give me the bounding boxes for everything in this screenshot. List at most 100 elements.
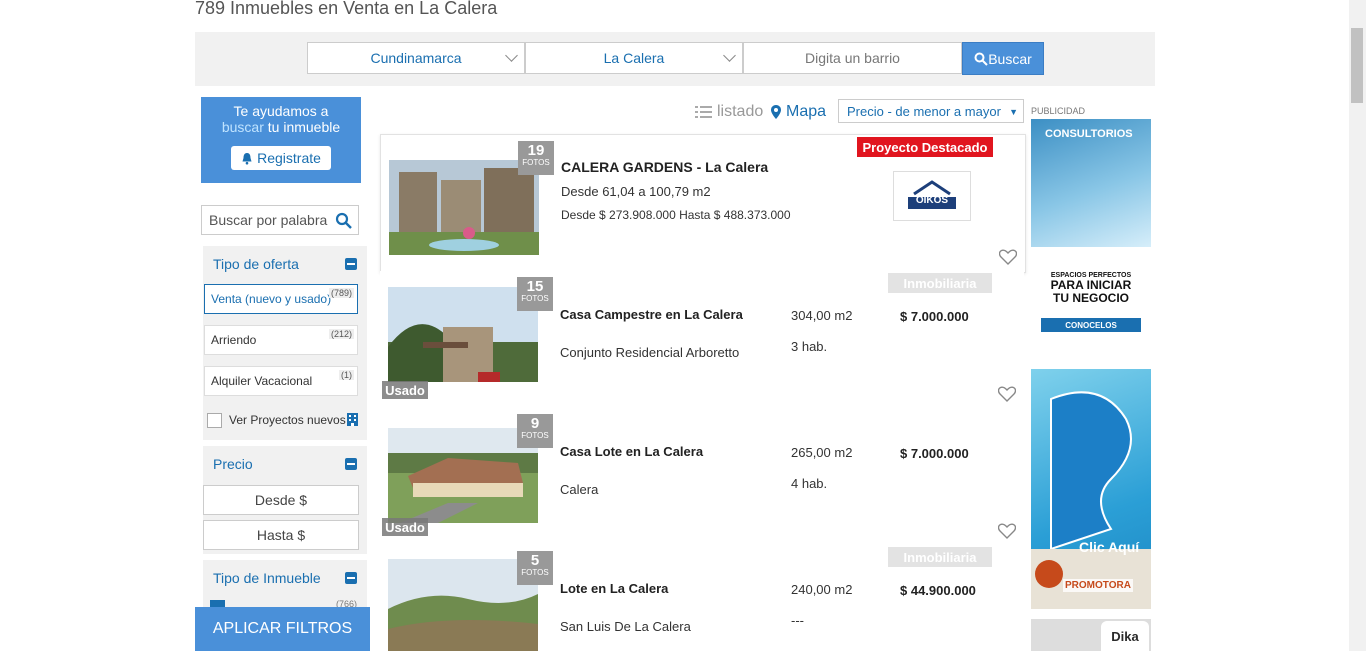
listing-area: Desde 61,04 a 100,79 m2: [561, 184, 711, 199]
photo-count-badge: 9 FOTOS: [517, 414, 553, 448]
listing-area: 304,00 m2: [791, 308, 853, 323]
ad-banner[interactable]: Clic Aquí PROMOTORA: [1031, 369, 1151, 609]
price-title: Precio: [213, 456, 253, 472]
favorite-heart-icon[interactable]: [998, 386, 1016, 402]
list-view-toggle[interactable]: listado: [695, 103, 763, 121]
page-title: 789 Inmuebles en Venta en La Calera: [195, 0, 498, 18]
ad-banner[interactable]: ESPACIOS PERFECTOS PARA INICIAR TU NEGOC…: [1031, 248, 1151, 348]
listing-rooms: ---: [791, 613, 804, 628]
list-view-label: listado: [717, 103, 764, 120]
listing-photo[interactable]: [388, 559, 538, 651]
property-type-title: Tipo de Inmueble: [213, 570, 321, 586]
photo-count-badge: 15 FOTOS: [517, 277, 553, 311]
collapse-icon[interactable]: [345, 258, 357, 270]
price-from-input[interactable]: Desde $: [203, 485, 359, 515]
sort-value: Precio - de menor a mayor: [847, 103, 1001, 119]
condition-badge: Usado: [382, 518, 428, 536]
ad-line: TU NEGOCIO: [1052, 290, 1129, 305]
listing-title[interactable]: Casa Lote en La Calera: [560, 444, 703, 459]
barrio-placeholder: Digita un barrio: [805, 50, 900, 66]
city-value: La Calera: [603, 50, 665, 66]
photo-count-badge: 5 FOTOS: [517, 551, 553, 585]
listing-card[interactable]: Inmobiliaria 15 FOTOS Usado Casa Campest…: [380, 271, 1024, 409]
price-to-placeholder: Hasta $: [256, 527, 306, 543]
developer-logo[interactable]: OIKOS: [893, 171, 971, 221]
offer-type-header[interactable]: Tipo de oferta: [203, 246, 367, 282]
photo-label: FOTOS: [522, 158, 550, 167]
favorite-heart-icon[interactable]: [998, 523, 1016, 539]
listing-price: Desde $ 273.908.000 Hasta $ 488.373.000: [561, 208, 791, 222]
map-view-toggle[interactable]: Mapa: [771, 103, 826, 121]
listing-card[interactable]: 9 FOTOS Usado Casa Lote en La Calera Cal…: [380, 408, 1024, 546]
help-accent: buscar: [221, 119, 264, 135]
listing-rooms: 4 hab.: [791, 476, 828, 491]
ad-cta-button[interactable]: CONOCELOS: [1041, 318, 1141, 332]
listing-title[interactable]: CALERA GARDENS - La Calera: [561, 159, 768, 175]
offer-option-count: (212): [328, 329, 354, 339]
offer-option-label: Alquiler Vacacional: [211, 374, 313, 388]
offer-option-count: (1): [339, 370, 354, 380]
search-icon: [974, 52, 988, 66]
department-select[interactable]: Cundinamarca: [307, 42, 525, 74]
listing-title[interactable]: Lote en La Calera: [560, 581, 668, 596]
scrollbar[interactable]: [1349, 0, 1366, 651]
favorite-heart-icon[interactable]: [999, 249, 1017, 265]
offer-option-arriendo[interactable]: Arriendo (212): [204, 325, 358, 355]
listing-rooms: 3 hab.: [791, 339, 828, 354]
new-projects-checkbox[interactable]: [207, 413, 222, 428]
listing-photo[interactable]: [388, 428, 538, 523]
help-rest: tu inmueble: [263, 119, 341, 135]
sort-select[interactable]: Precio - de menor a mayor ▼: [838, 99, 1024, 123]
building-icon: [347, 413, 358, 426]
listing-price: $ 7.000.000: [900, 446, 969, 461]
search-button-label: Buscar: [988, 50, 1032, 67]
search-icon[interactable]: [335, 212, 353, 230]
ad-brand: Dika: [1101, 621, 1149, 651]
featured-project-tag: Proyecto Destacado: [857, 137, 993, 157]
listing-card[interactable]: 19 FOTOS CALERA GARDENS - La Calera Desd…: [380, 134, 1026, 273]
apply-filters-button[interactable]: APLICAR FILTROS: [195, 607, 370, 651]
keyword-placeholder: Buscar por palabra: [209, 212, 328, 228]
developer-logo-text: OIKOS: [915, 195, 949, 206]
map-view-label: Mapa: [786, 103, 827, 120]
ad-banner[interactable]: CONSULTORIOS: [1031, 119, 1151, 247]
help-line1: Te ayudamos a: [233, 103, 329, 119]
inmobiliaria-tag: Inmobiliaria: [888, 273, 992, 293]
listing-title[interactable]: Casa Campestre en La Calera: [560, 307, 743, 322]
chevron-down-icon: ▼: [1009, 107, 1018, 117]
photo-label: FOTOS: [521, 568, 549, 577]
map-pin-icon: [771, 105, 781, 119]
ad-banner[interactable]: Dika: [1031, 619, 1151, 651]
listing-price: $ 7.000.000: [900, 309, 969, 324]
listing-card[interactable]: Inmobiliaria 5 FOTOS Lote en La Calera S…: [380, 545, 1024, 651]
bell-icon: [242, 152, 252, 164]
scrollbar-thumb[interactable]: [1351, 28, 1363, 103]
chevron-down-icon: [505, 49, 518, 62]
condition-badge: Usado: [382, 381, 428, 399]
search-button[interactable]: Buscar: [962, 42, 1044, 75]
offer-option-venta[interactable]: Venta (nuevo y usado) (789): [204, 284, 358, 314]
department-value: Cundinamarca: [370, 50, 462, 66]
listing-location: Conjunto Residencial Arboretto: [560, 345, 740, 360]
offer-option-alquiler[interactable]: Alquiler Vacacional (1): [204, 366, 358, 396]
collapse-icon[interactable]: [345, 572, 357, 584]
price-panel: Desde $ Hasta $: [203, 482, 367, 554]
ad-title: CONSULTORIOS: [1045, 128, 1133, 140]
photo-count: 9: [530, 415, 540, 432]
city-select[interactable]: La Calera: [525, 42, 743, 74]
property-type-header[interactable]: Tipo de Inmueble: [203, 560, 367, 596]
offer-option-label: Arriendo: [211, 333, 257, 347]
collapse-icon[interactable]: [345, 458, 357, 470]
listing-photo[interactable]: [388, 287, 538, 382]
ad-cta[interactable]: Clic Aquí: [1079, 539, 1139, 555]
offer-type-title: Tipo de oferta: [213, 256, 299, 272]
listing-price: $ 44.900.000: [900, 583, 976, 598]
price-to-input[interactable]: Hasta $: [203, 520, 359, 550]
listing-photo[interactable]: [389, 160, 539, 255]
barrio-input[interactable]: Digita un barrio: [743, 42, 962, 74]
photo-count-badge: 19 FOTOS: [518, 141, 554, 175]
register-button[interactable]: Registrate: [231, 146, 331, 170]
price-header[interactable]: Precio: [203, 446, 367, 482]
keyword-search-input[interactable]: Buscar por palabra: [201, 205, 359, 235]
photo-count: 19: [527, 142, 545, 159]
